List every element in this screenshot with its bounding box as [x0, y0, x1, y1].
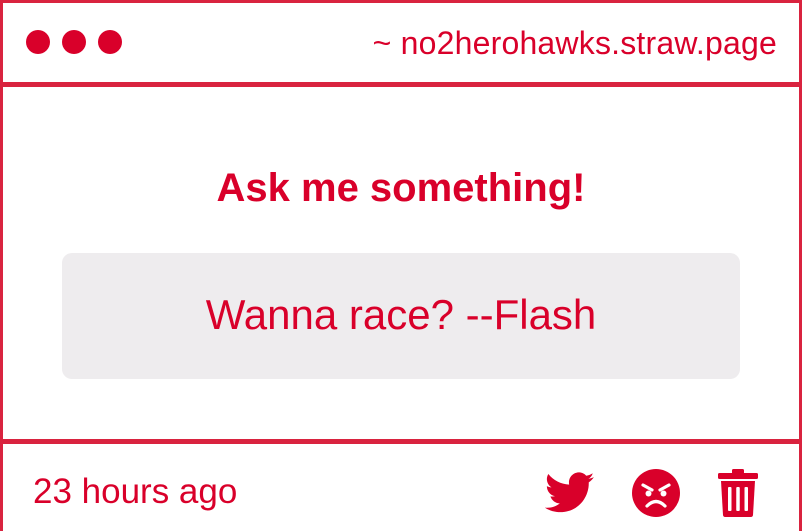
message-box: Wanna race? --Flash: [62, 253, 740, 379]
page-url[interactable]: ~ no2herohawks.straw.page: [373, 23, 777, 63]
angry-face-icon[interactable]: [631, 468, 681, 518]
twitter-icon[interactable]: [545, 471, 595, 515]
action-bar: [545, 468, 759, 518]
window-dot-1[interactable]: [26, 30, 50, 54]
card-footer: 23 hours ago: [3, 439, 799, 531]
page-title: Ask me something!: [216, 166, 586, 210]
window-dot-3[interactable]: [98, 30, 122, 54]
window-controls: [26, 30, 122, 54]
message-card: ~ no2herohawks.straw.page Ask me somethi…: [0, 0, 802, 531]
card-body: Ask me something! Wanna race? --Flash: [3, 90, 799, 439]
timestamp: 23 hours ago: [33, 472, 238, 511]
trash-icon[interactable]: [717, 468, 759, 518]
window-dot-2[interactable]: [62, 30, 86, 54]
window-titlebar: ~ no2herohawks.straw.page: [3, 3, 799, 87]
message-text: Wanna race? --Flash: [205, 291, 597, 338]
